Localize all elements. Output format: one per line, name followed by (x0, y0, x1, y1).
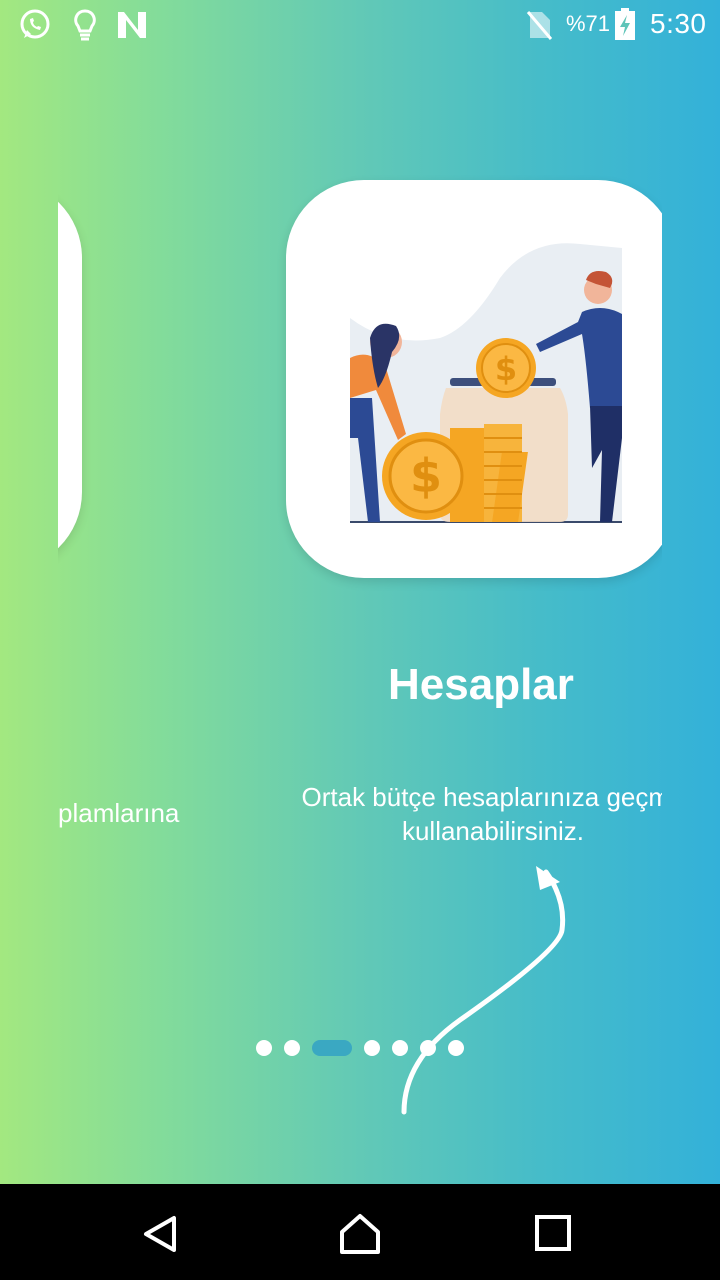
back-icon[interactable] (140, 1214, 180, 1259)
page-dot[interactable] (392, 1040, 408, 1056)
previous-slide-card[interactable] (58, 180, 82, 570)
recents-icon[interactable] (534, 1214, 572, 1257)
page-indicator (256, 1040, 476, 1056)
current-slide-card[interactable]: $ $ (286, 180, 662, 578)
battery-charging-icon (614, 8, 636, 45)
page-dot-active[interactable] (312, 1040, 352, 1056)
swipe-hint-arrow (401, 866, 566, 1115)
lightbulb-icon (72, 8, 98, 47)
page-dot[interactable] (364, 1040, 380, 1056)
saving-coins-jar-illustration: $ $ (350, 243, 622, 523)
n-app-icon (116, 10, 148, 45)
slide-description: Ortak bütçe hesaplarınıza geçme kullanab… (301, 782, 663, 846)
page-dot[interactable] (284, 1040, 300, 1056)
no-sim-icon (526, 10, 553, 45)
previous-slide-description: plamlarına (58, 798, 180, 828)
svg-text:$: $ (410, 449, 442, 503)
whatsapp-icon (18, 8, 52, 47)
home-icon[interactable] (338, 1212, 382, 1261)
page-dot[interactable] (448, 1040, 464, 1056)
page-dot[interactable] (256, 1040, 272, 1056)
battery-percentage: %71 (566, 11, 611, 36)
clock: 5:30 (650, 8, 707, 39)
slide-title: Hesaplar (388, 660, 574, 709)
status-bar: %71 5:30 (0, 0, 720, 50)
onboarding-carousel[interactable]: plamlarına $ $ Hesaplar Ortak bütçe hesa… (58, 170, 662, 890)
page-dot[interactable] (420, 1040, 436, 1056)
onboarding-screen: %71 5:30 plamlarına $ $ Hesaplar Ortak b… (0, 0, 720, 1184)
svg-text:$: $ (495, 350, 517, 388)
navigation-bar (0, 1184, 720, 1280)
